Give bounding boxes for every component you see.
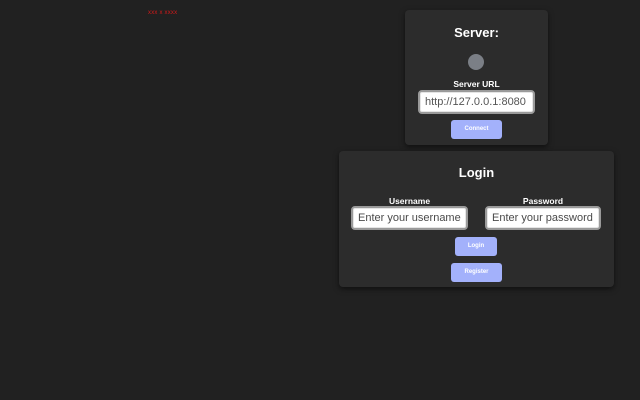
- login-button[interactable]: Login: [455, 237, 497, 256]
- page: xxx x xxxx Server: Server URL Connect Lo…: [0, 0, 640, 400]
- username-input[interactable]: [351, 206, 468, 230]
- register-button[interactable]: Register: [451, 263, 502, 282]
- server-title: Server:: [454, 25, 499, 40]
- login-panel: Login Username Password Login Register: [339, 151, 614, 287]
- login-title: Login: [458, 165, 495, 180]
- server-panel: Server: Server URL Connect: [405, 10, 548, 145]
- password-input[interactable]: [485, 206, 601, 230]
- server-url-input[interactable]: [418, 90, 535, 114]
- connect-button[interactable]: Connect: [451, 120, 502, 139]
- password-label: Password: [522, 196, 564, 206]
- error-message: xxx x xxxx: [148, 10, 178, 16]
- username-label: Username: [388, 196, 431, 206]
- server-url-label: Server URL: [453, 79, 500, 89]
- connection-status-indicator: [468, 54, 484, 70]
